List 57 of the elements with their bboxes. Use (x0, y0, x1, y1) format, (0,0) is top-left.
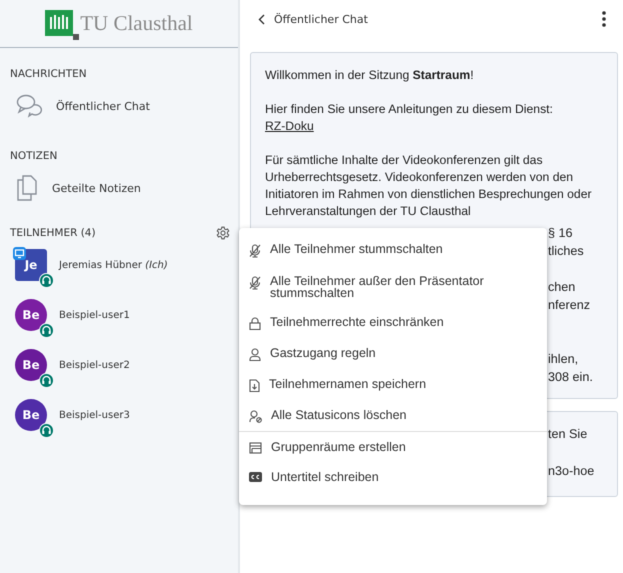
headset-icon (39, 273, 54, 288)
participant-name: Beispiel-user2 (59, 360, 130, 370)
rooms-icon (249, 442, 262, 454)
menu-item[interactable]: Untertitel schreiben (239, 462, 547, 491)
participant-row[interactable]: Be Beispiel-user1 (0, 290, 238, 340)
chat-bubbles-icon (16, 94, 42, 118)
message-text: ten Sie (548, 426, 588, 443)
docs-link[interactable]: RZ-Doku (265, 119, 314, 133)
chat-link[interactable]: Öffentlicher Chat (0, 82, 238, 130)
menu-item[interactable]: Teilnehmernamen speichern (239, 369, 547, 400)
closed-captions-icon (249, 472, 262, 482)
muted-microphone-icon (249, 244, 261, 258)
logo-text: TU Clausthal (80, 10, 193, 37)
avatar: Be (15, 349, 47, 381)
participant-name: Beispiel-user1 (59, 310, 130, 320)
back-button[interactable]: Öffentlicher Chat (258, 12, 368, 26)
message-text: tliches (548, 243, 584, 260)
copyright-text: Für sämtliche Inhalte der Videokonferenzen gilt das Urheberrechtsgesetz. Videokonferenzen werden von den Initiatoren im Rahmen von dienstlichen Besprechungen oder Lehrveranstaltungen der TU Clausthal (265, 152, 593, 220)
menu-item[interactable]: Alle Teilnehmer stummschalten (239, 234, 547, 266)
participant-row[interactable]: Be Beispiel-user3 (0, 390, 238, 440)
notes-link[interactable]: Geteilte Notizen (0, 164, 238, 212)
headset-icon (39, 323, 54, 338)
message-text: n3o-hoe (548, 463, 596, 480)
logo-icon (45, 10, 80, 40)
welcome-text: Willkommen in der Sitzung Startraum! (265, 67, 475, 84)
avatar: Be (15, 399, 47, 431)
message-text: chen (548, 279, 576, 296)
message-text: ihlen, (548, 351, 578, 368)
message-text: § 16 (548, 225, 573, 242)
participant-row[interactable]: Je Jeremias Hübner (Ich) (0, 240, 238, 290)
participant-name: Jeremias Hübner (Ich) (59, 260, 168, 270)
message-text: 308 ein. (548, 369, 593, 386)
menu-item[interactable]: Gastzugang regeln (239, 338, 547, 369)
user-icon (249, 348, 261, 361)
message-text: nferenz (548, 297, 590, 314)
menu-item[interactable]: Gruppenräume erstellen (239, 431, 547, 462)
menu-item[interactable]: Alle Statusicons löschen (239, 400, 547, 431)
menu-item[interactable]: Teilnehmerrechte einschränken (239, 307, 547, 338)
headset-icon (39, 423, 54, 438)
section-heading: NACHRICHTEN (9, 67, 88, 82)
guide-text: Hier finden Sie unsere Anleitungen zu diesem Dienst: RZ-Doku (265, 101, 554, 135)
headset-icon (39, 373, 54, 388)
menu-item[interactable]: Alle Teilnehmer außer den Präsentator stummschalten (239, 266, 547, 307)
user-clear-icon (249, 410, 262, 423)
lock-icon (249, 317, 261, 330)
avatar: Be (15, 299, 47, 331)
chevron-left-icon (258, 14, 265, 24)
participant-row[interactable]: Be Beispiel-user2 (0, 340, 238, 390)
documents-icon (16, 175, 38, 201)
section-heading: TEILNEHMER (4) (10, 227, 96, 239)
presenter-icon (13, 247, 26, 260)
muted-microphone-icon (249, 276, 261, 290)
more-options-icon[interactable] (602, 11, 606, 27)
file-download-icon (249, 379, 260, 392)
settings-icon[interactable] (216, 226, 230, 240)
participant-name: Beispiel-user3 (59, 410, 130, 420)
section-heading: NOTIZEN (9, 149, 58, 164)
